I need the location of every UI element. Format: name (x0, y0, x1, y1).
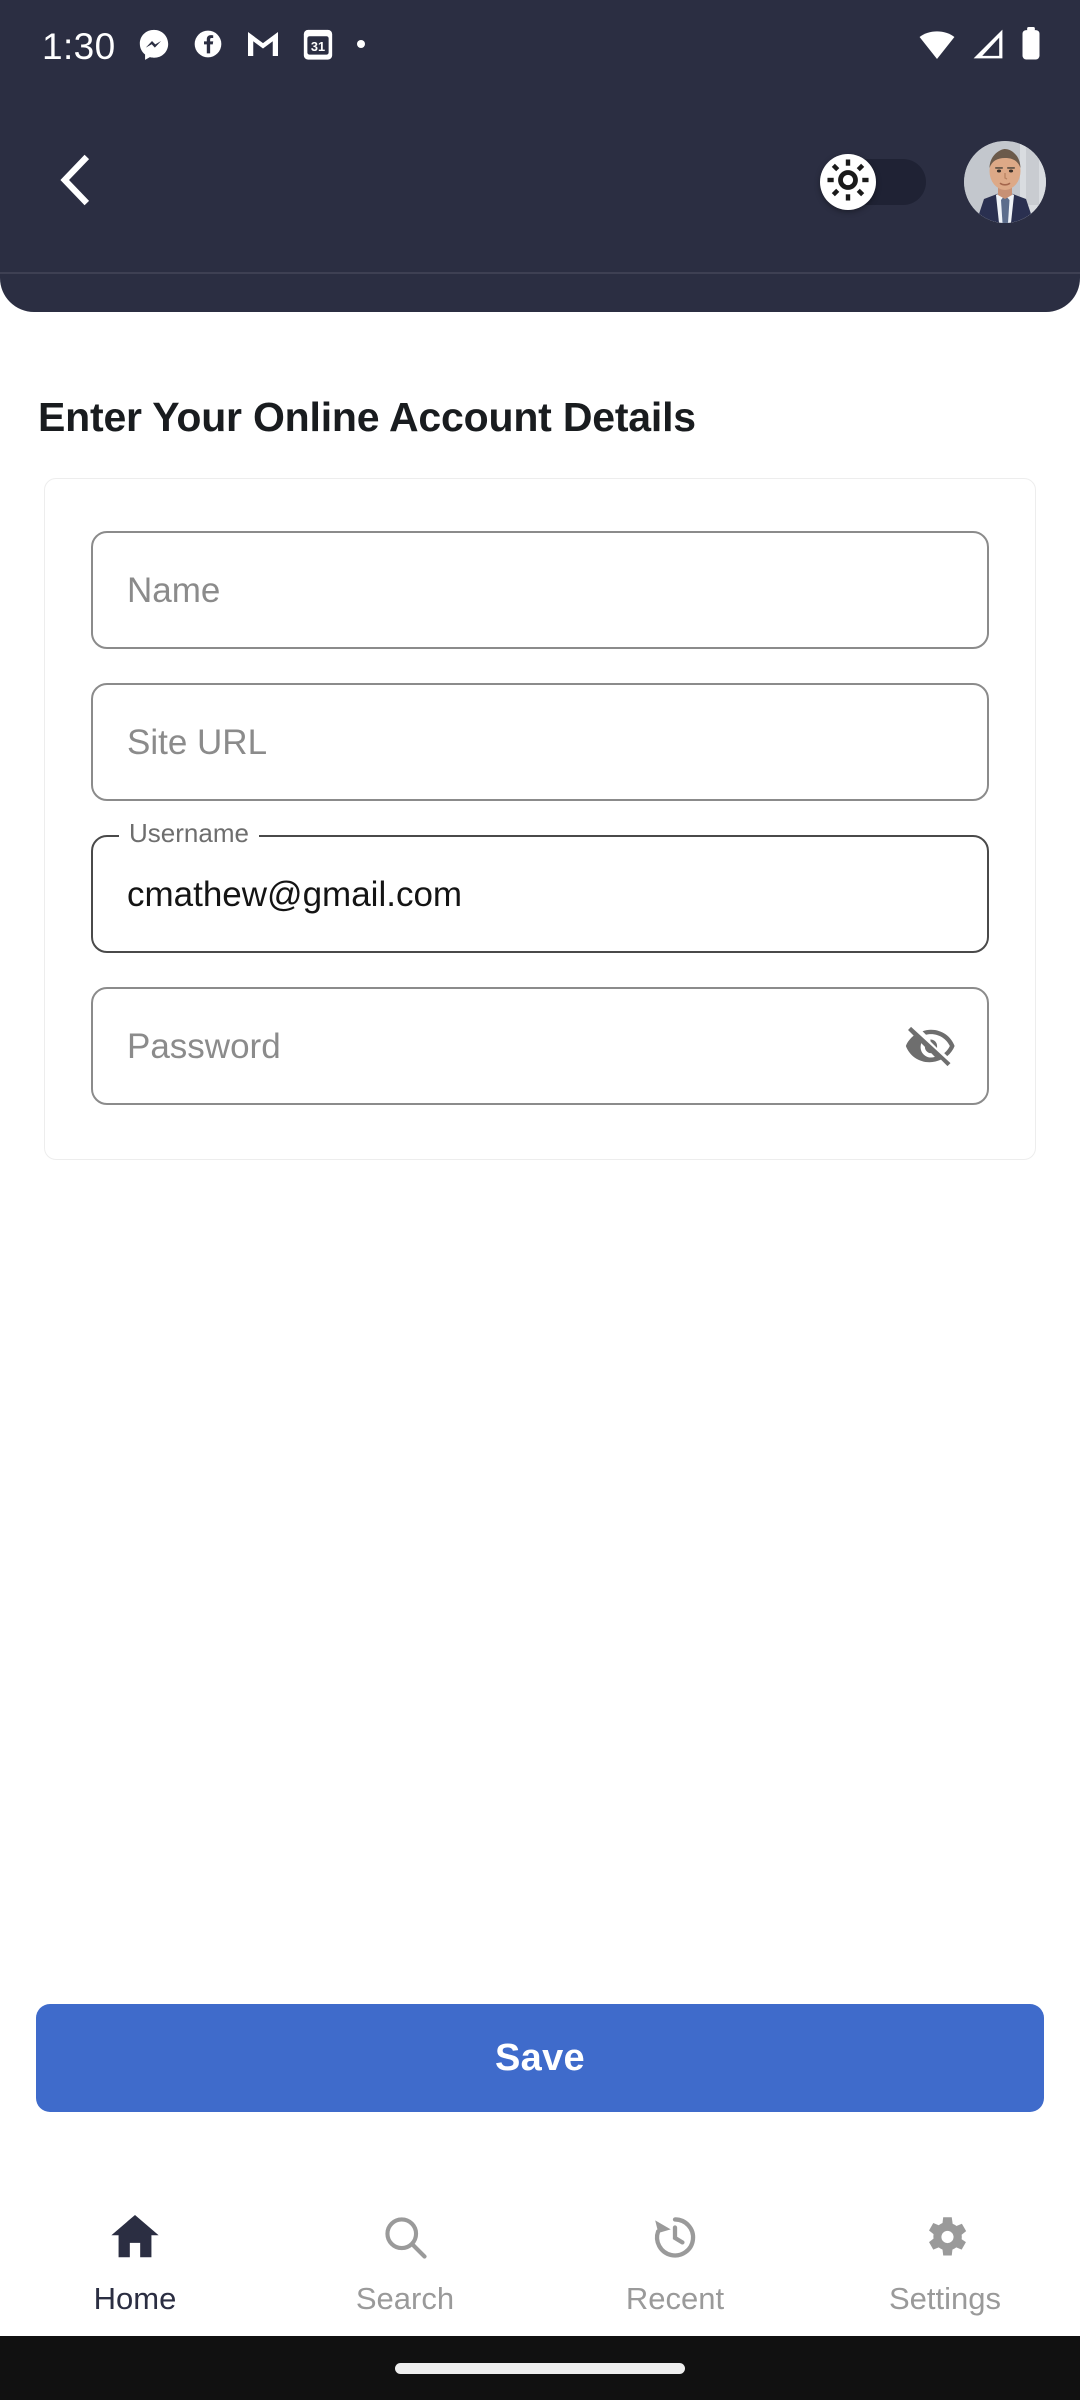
nav-item-home[interactable]: Home (0, 2210, 270, 2314)
more-dot-icon (355, 37, 367, 55)
wifi-icon (918, 28, 956, 65)
password-placeholder: Password (127, 1026, 281, 1066)
password-input[interactable]: Password (91, 987, 989, 1105)
search-icon (379, 2210, 431, 2269)
name-placeholder: Name (127, 570, 221, 610)
gmail-icon (245, 29, 281, 64)
field-username: Username cmathew@gmail.com (91, 820, 989, 953)
battery-icon (1020, 26, 1042, 66)
app-bar-actions (820, 141, 1046, 223)
history-clock-icon (648, 2210, 702, 2269)
cellular-signal-icon (970, 28, 1006, 65)
nav-item-search[interactable]: Search (270, 2210, 540, 2314)
system-gesture-bar (0, 2336, 1080, 2400)
back-chevron-icon (54, 154, 98, 211)
facebook-icon (192, 28, 224, 65)
name-input[interactable]: Name (91, 531, 989, 649)
gear-icon (918, 2210, 972, 2269)
gesture-handle[interactable] (395, 2362, 685, 2374)
toggle-knob (820, 154, 876, 210)
status-bar-right (918, 26, 1042, 66)
save-button[interactable]: Save (36, 2004, 1044, 2112)
field-password: Password (91, 987, 989, 1105)
avatar[interactable] (964, 141, 1046, 223)
status-bar-left: 1:30 31 (42, 27, 367, 66)
site-url-input[interactable]: Site URL (91, 683, 989, 801)
nav-label-home: Home (93, 2281, 177, 2316)
status-time: 1:30 (42, 25, 116, 67)
messenger-icon (137, 27, 171, 66)
username-label: Username (119, 820, 259, 846)
page-title: Enter Your Online Account Details (38, 394, 696, 440)
username-value: cmathew@gmail.com (127, 874, 463, 914)
theme-mode-toggle[interactable] (820, 154, 926, 210)
field-site-url: Site URL (91, 683, 989, 801)
header-divider (0, 272, 1080, 274)
calendar-icon: 31 (302, 27, 334, 66)
field-name: Name (91, 531, 989, 649)
site-url-placeholder: Site URL (127, 722, 268, 762)
status-bar: 1:30 31 (0, 0, 1080, 92)
brightness-sun-icon (826, 158, 870, 207)
nav-label-recent: Recent (625, 2281, 725, 2316)
app-bar (0, 92, 1080, 272)
nav-item-recent[interactable]: Recent (540, 2210, 810, 2314)
account-details-form-card: Name Site URL Username cmathew@gmail.com… (44, 478, 1036, 1160)
nav-item-settings[interactable]: Settings (810, 2210, 1080, 2314)
home-icon (106, 2210, 164, 2269)
back-button[interactable] (38, 144, 114, 220)
username-input[interactable]: cmathew@gmail.com (91, 835, 989, 953)
app-root: 1:30 31 Enter Your Online Account Detail… (0, 0, 1080, 2400)
svg-text:31: 31 (311, 39, 325, 54)
app-header-panel: 1:30 31 (0, 0, 1080, 312)
bottom-navigation: Home Search Recent Settings (0, 2188, 1080, 2336)
nav-label-search: Search (355, 2281, 455, 2316)
visibility-off-icon[interactable] (905, 1020, 957, 1072)
nav-label-settings: Settings (888, 2281, 1001, 2316)
